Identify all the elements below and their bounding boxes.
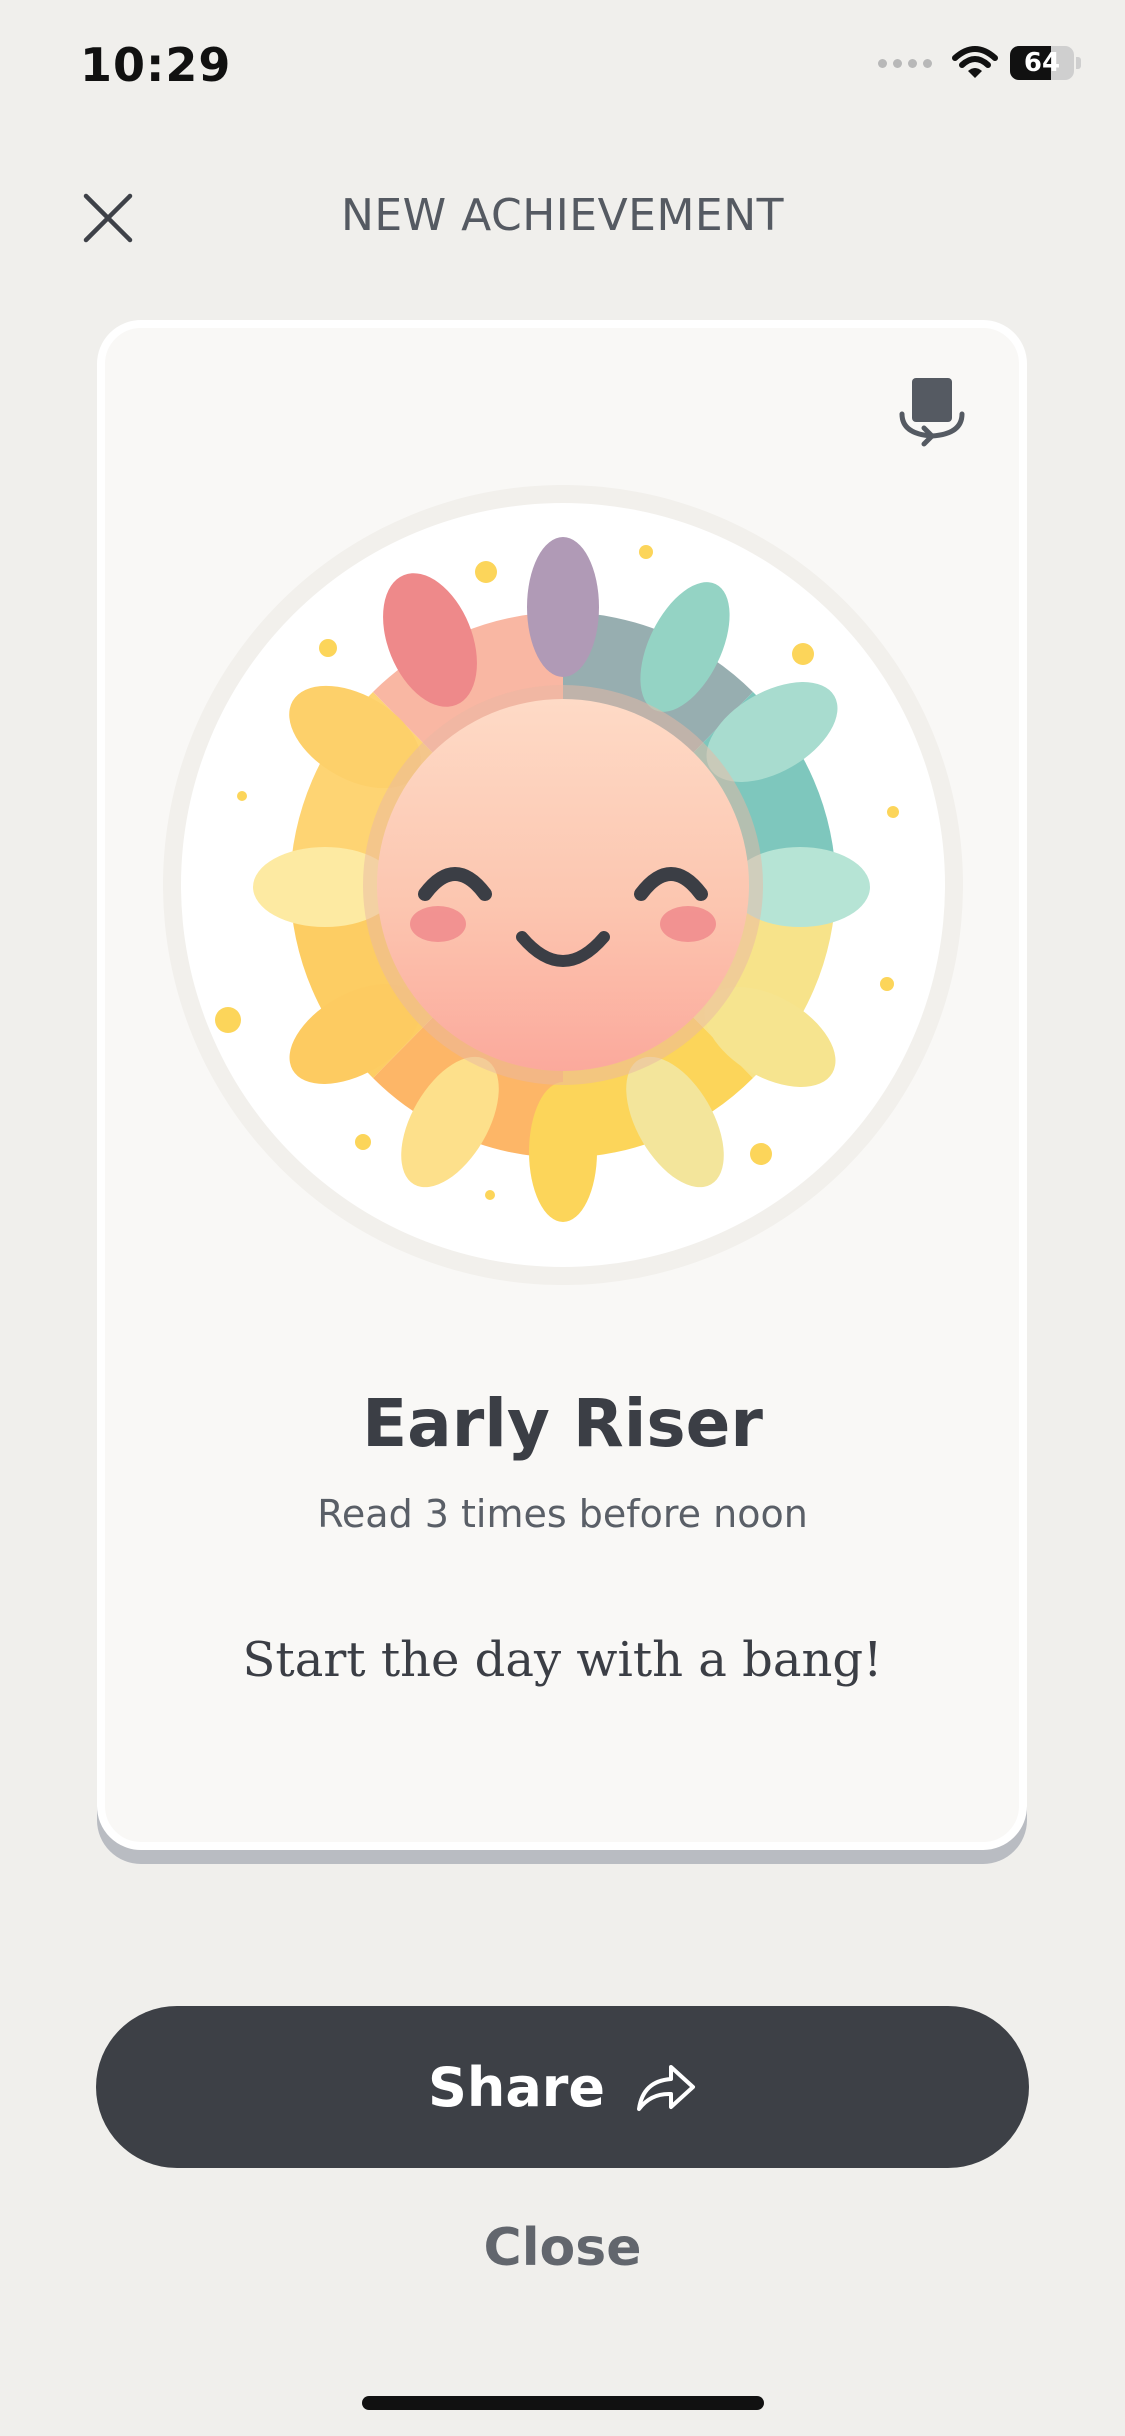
home-indicator[interactable]: [362, 2396, 764, 2410]
share-button-label: Share: [427, 2055, 606, 2119]
share-button[interactable]: Share: [96, 2006, 1029, 2168]
battery-icon: 64: [1010, 46, 1074, 80]
share-arrow-icon: [637, 2065, 696, 2111]
status-icons: 64: [878, 46, 1081, 80]
wifi-icon: [952, 46, 998, 78]
status-bar: 10:29 64: [0, 0, 1125, 140]
page-title: NEW ACHIEVEMENT: [340, 190, 785, 241]
card-flip-icon[interactable]: [892, 372, 972, 452]
close-button[interactable]: Close: [0, 2218, 1125, 2278]
achievement-tagline: Start the day with a bang!: [242, 1632, 883, 1688]
smiling-sun-badge: [160, 482, 966, 1288]
battery-level: 64: [1023, 48, 1061, 78]
cellular-signal-icon: [878, 58, 932, 68]
achievement-subtitle: Read 3 times before noon: [317, 1492, 808, 1536]
achievement-title: Early Riser: [362, 1385, 763, 1462]
status-time: 10:29: [80, 38, 232, 92]
